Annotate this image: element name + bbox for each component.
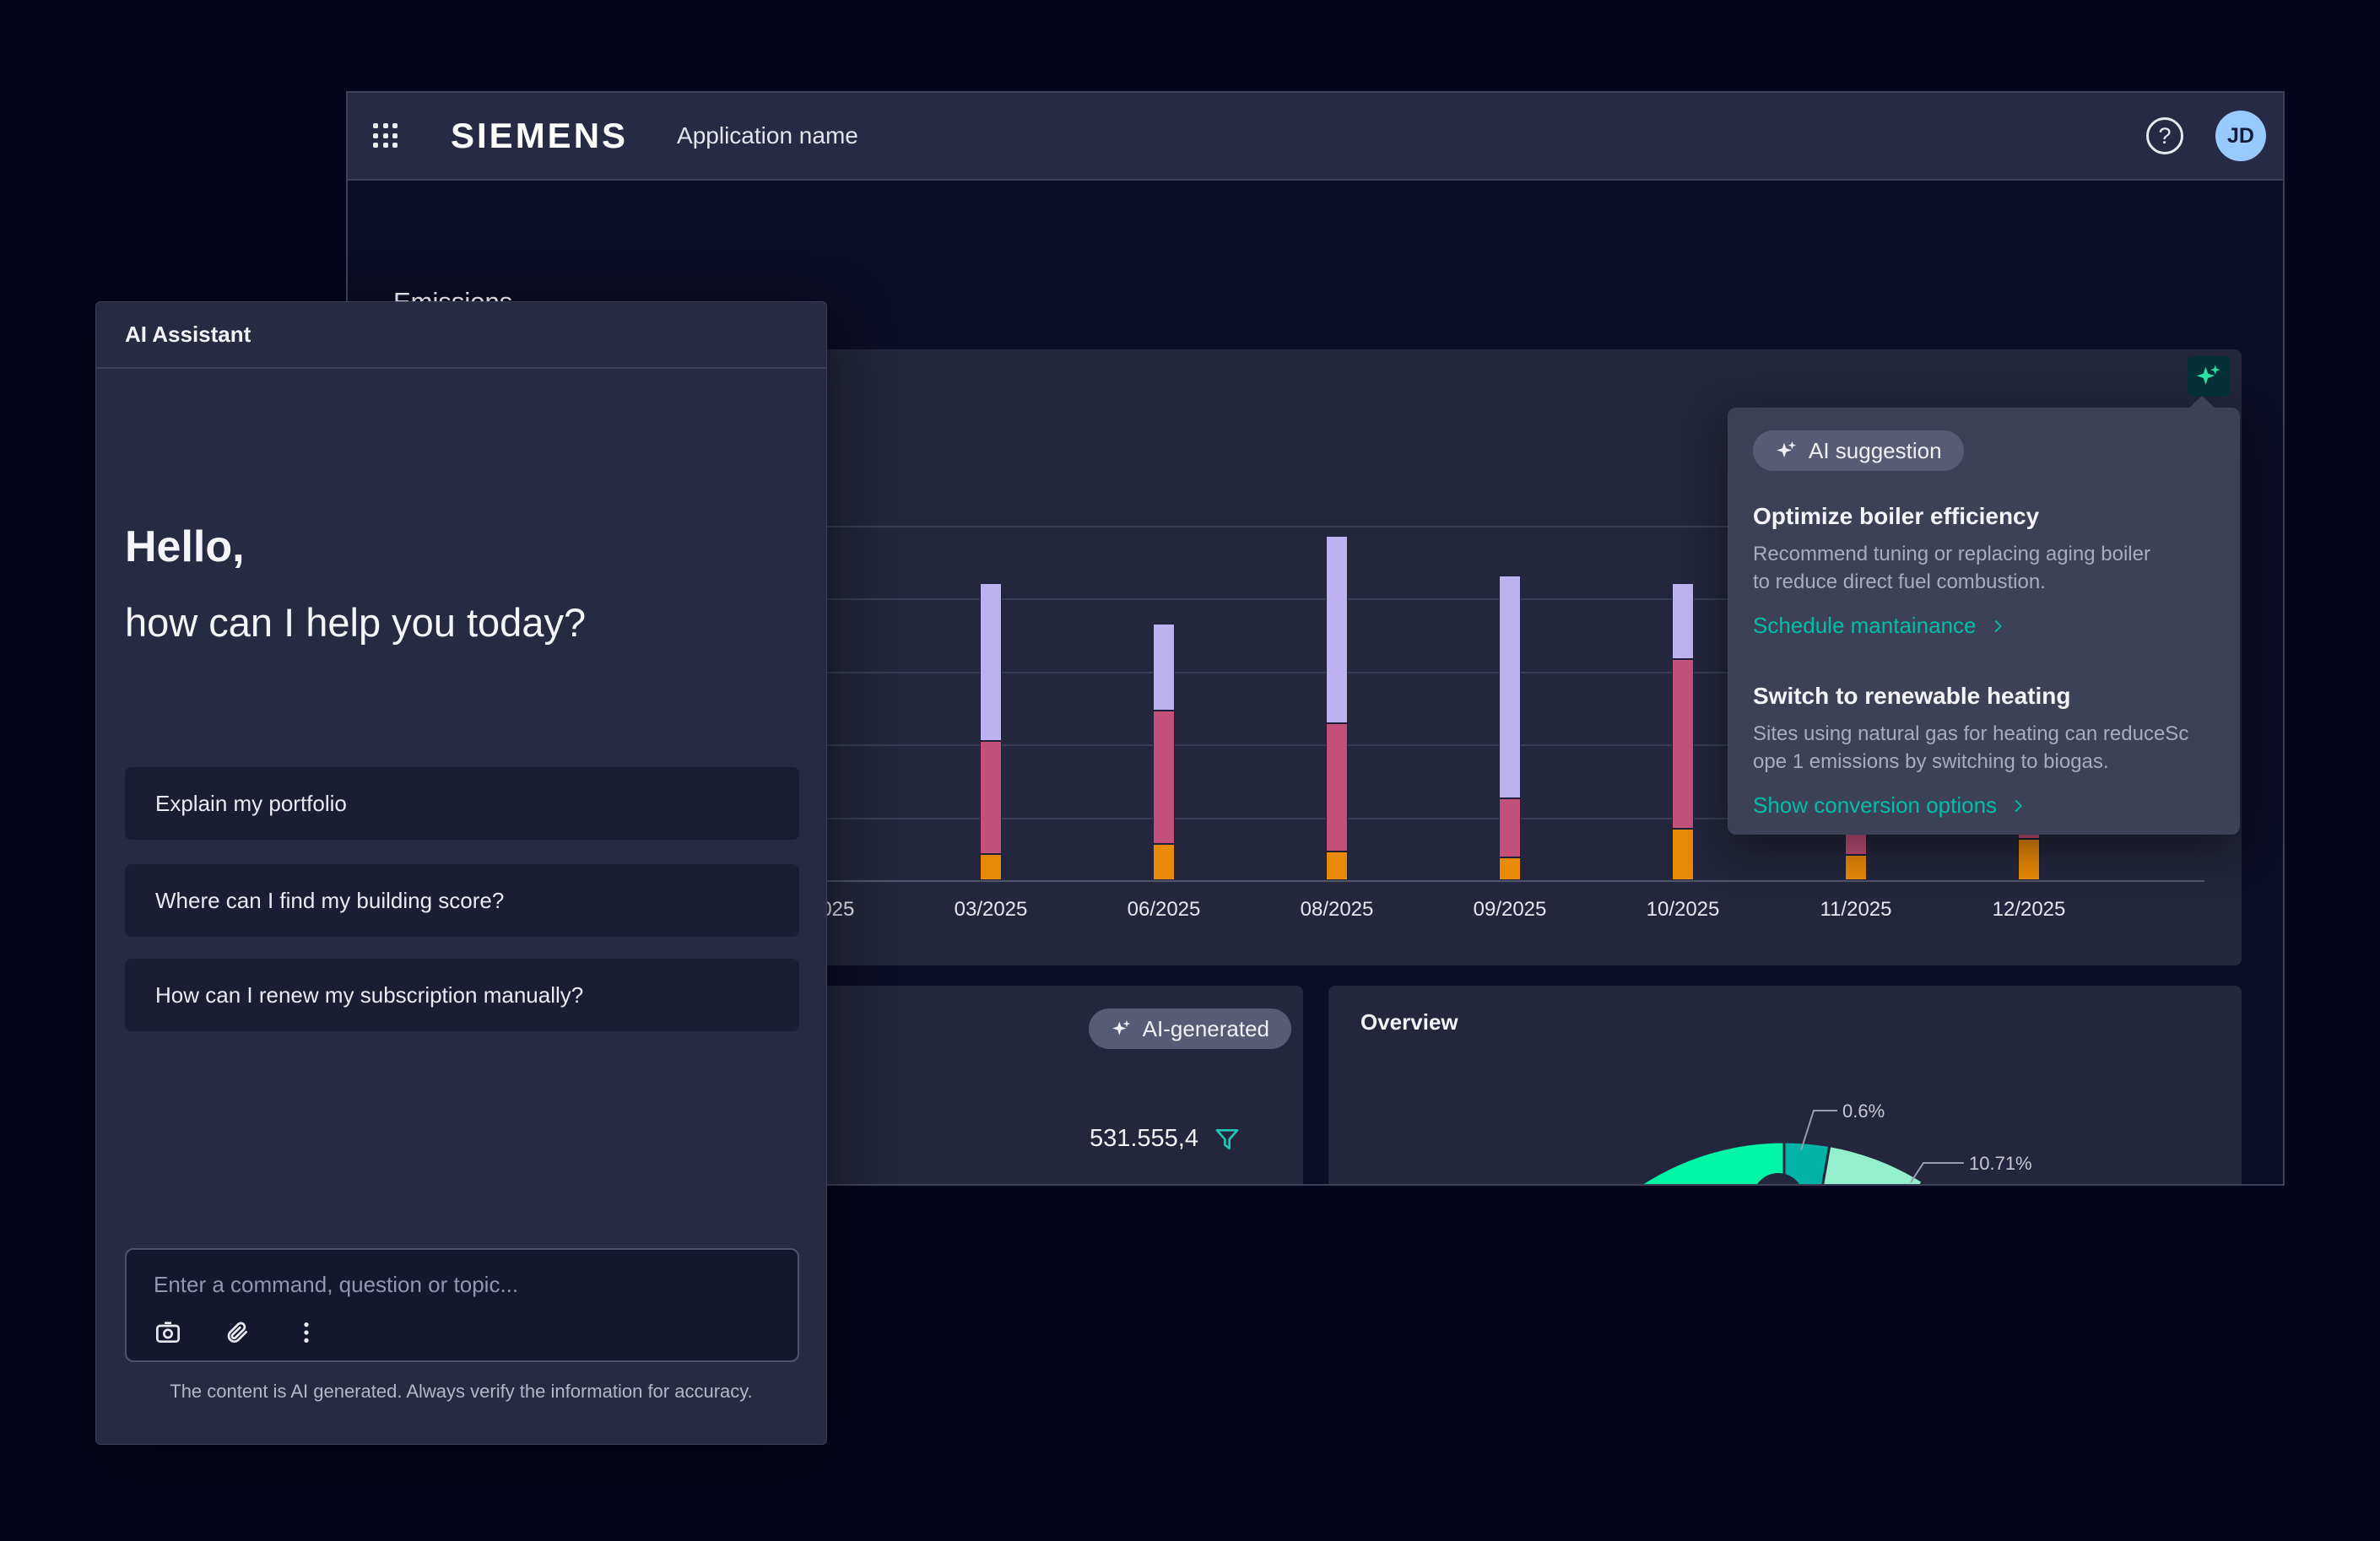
- bar-segment-segment-bottom-orange[interactable]: [1845, 855, 1867, 880]
- ai-assistant-header: AI Assistant: [96, 302, 826, 369]
- suggestion-label: Where can I find my building score?: [155, 888, 504, 914]
- avatar[interactable]: JD: [2215, 111, 2266, 161]
- attachment-icon[interactable]: [223, 1318, 252, 1347]
- x-axis-label: 11/2025: [1820, 898, 1892, 922]
- show-conversion-options-link[interactable]: Show conversion options: [1753, 792, 2215, 819]
- overview-pie: 0.6% 10.71%: [1328, 986, 2242, 1186]
- bar-segment-segment-bottom-orange[interactable]: [1672, 829, 1694, 880]
- ai-assistant-panel: AI Assistant Hello, how can I help you t…: [95, 301, 827, 1445]
- bar-segment-segment-middle-rose[interactable]: [1672, 659, 1694, 829]
- ai-suggestion-badge-label: AI suggestion: [1809, 438, 1942, 464]
- pie-callout-label: 0.6%: [1842, 1100, 1885, 1122]
- overview-card: Overview 0.6%10.71%: [1328, 986, 2242, 1186]
- link-label: Schedule mantainance: [1753, 613, 1977, 639]
- sparkle-icon: [1111, 1018, 1133, 1040]
- bar-segment-segment-bottom-orange[interactable]: [1153, 844, 1175, 880]
- popover-caret: [2188, 396, 2215, 408]
- bar-segment-segment-bottom-orange[interactable]: [980, 854, 1002, 880]
- siemens-logo: SIEMENS: [451, 116, 628, 156]
- bar-segment-segment-middle-rose[interactable]: [1153, 711, 1175, 844]
- greeting-line: how can I help you today?: [125, 599, 586, 646]
- command-input[interactable]: Enter a command, question or topic...: [125, 1248, 799, 1362]
- help-icon[interactable]: ?: [2146, 117, 2183, 154]
- app-header: SIEMENS Application name ? JD: [348, 93, 2283, 181]
- app-launcher-icon[interactable]: [373, 123, 398, 149]
- help-glyph: ?: [2158, 123, 2171, 149]
- bar-segment-segment-top-lavender[interactable]: [1153, 624, 1175, 711]
- suggestion-button-renew-subscription[interactable]: How can I renew my subscription manually…: [125, 959, 799, 1031]
- pie-slice-primary[interactable]: [1523, 1142, 1784, 1186]
- application-name: Application name: [677, 122, 858, 149]
- sparkle-icon: [1775, 439, 1799, 462]
- ai-disclaimer: The content is AI generated. Always veri…: [96, 1381, 826, 1403]
- metric-value: 531.555,4: [1090, 1125, 1198, 1153]
- ai-suggestion-badge: AI suggestion: [1753, 430, 1964, 471]
- suggestion-title: Switch to renewable heating: [1753, 683, 2215, 710]
- bar-segment-segment-bottom-orange[interactable]: [1499, 857, 1521, 880]
- bar-segment-segment-middle-rose[interactable]: [980, 741, 1002, 854]
- suggestion-label: How can I renew my subscription manually…: [155, 982, 583, 1008]
- greeting: Hello, how can I help you today?: [125, 522, 586, 646]
- x-axis-label: 08/2025: [1301, 898, 1374, 922]
- chevron-right-icon: [1988, 617, 2007, 635]
- filter-funnel-icon[interactable]: [1214, 1126, 1241, 1153]
- ai-generated-badge: AI-generated: [1089, 1008, 1291, 1049]
- avatar-initials: JD: [2227, 124, 2254, 149]
- suggestion-label: Explain my portfolio: [155, 791, 347, 817]
- x-axis-label: 03/2025: [955, 898, 1028, 922]
- suggestion-button-portfolio[interactable]: Explain my portfolio: [125, 767, 799, 840]
- schedule-maintenance-link[interactable]: Schedule mantainance: [1753, 613, 2215, 639]
- bar-segment-segment-middle-rose[interactable]: [1326, 723, 1348, 852]
- x-axis-label: 12/2025: [1993, 898, 2066, 922]
- greeting-bold: Hello,: [125, 522, 586, 572]
- camera-icon[interactable]: [154, 1318, 182, 1347]
- pie-callout-label: 10.71%: [1969, 1153, 2032, 1174]
- bar-segment-segment-top-lavender[interactable]: [1326, 536, 1348, 723]
- suggestion-body: Recommend tuning or replacing aging boil…: [1753, 540, 2215, 596]
- bar-segment-segment-top-lavender[interactable]: [1672, 583, 1694, 659]
- bar-segment-segment-top-lavender[interactable]: [1499, 576, 1521, 798]
- suggestion-body: Sites using natural gas for heating can …: [1753, 720, 2215, 776]
- input-placeholder: Enter a command, question or topic...: [154, 1272, 771, 1298]
- bar-segment-segment-bottom-orange[interactable]: [1326, 852, 1348, 880]
- chevron-right-icon: [2009, 797, 2027, 815]
- ai-generated-label: AI-generated: [1143, 1016, 1269, 1042]
- x-axis-label: 10/2025: [1647, 898, 1720, 922]
- bar-segment-segment-middle-rose[interactable]: [1499, 798, 1521, 857]
- suggestion-title: Optimize boiler efficiency: [1753, 503, 2215, 530]
- link-label: Show conversion options: [1753, 792, 1997, 819]
- ai-assistant-title: AI Assistant: [125, 322, 251, 348]
- more-options-icon[interactable]: [292, 1318, 321, 1347]
- suggestion-button-building-score[interactable]: Where can I find my building score?: [125, 864, 799, 937]
- x-axis-label: 09/2025: [1474, 898, 1547, 922]
- bar-segment-segment-bottom-orange[interactable]: [2018, 839, 2040, 880]
- ai-suggestion-popover: AI suggestion Optimize boiler efficiency…: [1728, 408, 2240, 835]
- x-axis-label: 06/2025: [1128, 898, 1201, 922]
- bar-segment-segment-top-lavender[interactable]: [980, 583, 1002, 741]
